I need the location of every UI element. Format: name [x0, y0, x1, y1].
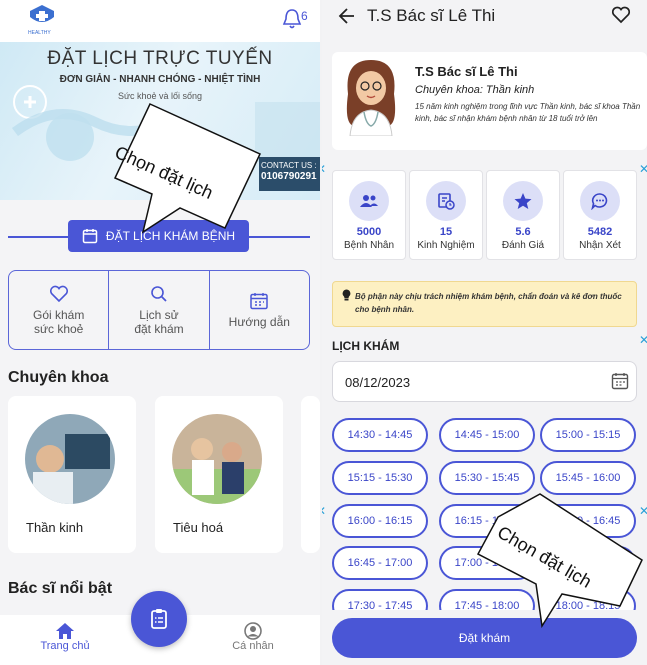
stat-value: 5.6	[515, 226, 531, 238]
banner-title: ĐẶT LỊCH TRỰC TUYẾN	[47, 48, 273, 69]
quick-action-label: Lịch sử	[139, 307, 179, 322]
book-visit-label: Đặt khám	[458, 631, 511, 645]
star-icon	[503, 181, 543, 221]
quick-action-label: đặt khám	[134, 321, 184, 336]
quick-action-label: sức khoẻ	[33, 321, 84, 336]
page-title: T.S Bác sĩ Lê Thi	[367, 6, 496, 25]
users-icon	[349, 181, 389, 221]
ad-close-icon[interactable]: ✕	[639, 162, 647, 176]
featured-doctors-heading: Bác sĩ nổi bật	[8, 580, 113, 597]
time-slot[interactable]: 15:30 - 15:45	[439, 461, 535, 495]
divider-left	[8, 236, 68, 238]
stat-value: 5482	[587, 226, 613, 238]
calendar-icon	[250, 292, 269, 309]
time-slot[interactable]: 16:00 - 16:15	[332, 504, 428, 538]
stat-label: Đánh Giá	[501, 240, 545, 251]
banner-tagline: ĐƠN GIẢN - NHANH CHÓNG - NHIỆT TÌNH	[59, 74, 261, 85]
time-slot[interactable]: 14:45 - 15:00	[439, 418, 535, 452]
stat-experience: 15 Kinh Nghiệm	[409, 170, 483, 260]
quick-action-label: Hướng dẫn	[228, 314, 290, 329]
specialty-image	[172, 414, 262, 504]
notice-box: Bộ phận này chịu trách nhiệm khám bệnh, …	[332, 281, 637, 327]
stat-label: Bệnh Nhân	[343, 240, 395, 251]
specialty-label: Thần kinh	[26, 520, 84, 535]
quick-actions: Gói khám sức khoẻ Lịch sử đặt khám Hướng…	[8, 270, 310, 350]
specialty-card-gastro[interactable]: Tiêu hoá	[155, 396, 283, 553]
chat-icon	[580, 181, 620, 221]
healthy-logo	[30, 5, 54, 22]
logo-text: HEALTHY	[28, 30, 51, 36]
calendar-icon[interactable]	[611, 372, 629, 390]
appointments-fab[interactable]	[131, 591, 187, 647]
heart-icon	[49, 285, 68, 302]
nav-home[interactable]: Trang chủ	[30, 622, 100, 652]
bell-icon[interactable]	[282, 8, 302, 30]
home-icon	[56, 623, 74, 639]
time-slot[interactable]: 15:15 - 15:30	[332, 461, 428, 495]
stat-reviews: 5482 Nhận Xét	[563, 170, 637, 260]
ad-close-icon[interactable]: ✕	[639, 333, 647, 347]
ad-close-icon[interactable]: ✕	[322, 504, 326, 518]
stat-value: 5000	[356, 226, 382, 238]
nav-home-label: Trang chủ	[40, 640, 90, 652]
quick-action-guide[interactable]: Hướng dẫn	[208, 271, 309, 349]
notice-text: Bộ phận này chịu trách nhiệm khám bệnh, …	[355, 292, 622, 314]
stat-label: Nhận Xét	[579, 240, 621, 251]
stat-label: Kinh Nghiệm	[417, 240, 475, 251]
calendar-icon	[82, 229, 98, 244]
specialty-card-partial[interactable]	[301, 396, 320, 553]
doctor-avatar	[346, 60, 396, 136]
stat-rating: 5.6 Đánh Giá	[486, 170, 560, 260]
stat-patients: 5000 Bệnh Nhân	[332, 170, 406, 260]
ad-close-icon[interactable]: ✕	[322, 162, 326, 176]
search-icon	[151, 285, 167, 302]
notification-count: 6	[301, 9, 308, 23]
time-slot[interactable]: 16:45 - 17:00	[332, 546, 428, 580]
time-slot[interactable]: 14:30 - 14:45	[332, 418, 428, 452]
lightbulb-icon	[342, 289, 351, 301]
home-screen: HEALTHY 6 ĐẶT LỊCH TRỰC TUYẾN ĐƠN GIẢN -…	[0, 0, 320, 665]
back-arrow-icon[interactable]	[338, 7, 356, 25]
doctor-specialty: Chuyên khoa: Thần kinh	[415, 84, 535, 96]
doctor-name: T.S Bác sĩ Lê Thi	[415, 64, 518, 79]
date-value: 08/12/2023	[345, 375, 411, 390]
history-icon	[426, 181, 466, 221]
quick-action-history[interactable]: Lịch sử đặt khám	[108, 271, 208, 349]
specialty-label: Tiêu hoá	[173, 520, 224, 535]
specialty-heading: Chuyên khoa	[8, 369, 109, 386]
nav-profile[interactable]: Cá nhân	[220, 622, 286, 652]
doctor-detail-screen: T.S Bác sĩ Lê Thi T.S Bác sĩ Lê Thi Chuy…	[322, 0, 647, 665]
specialty-image	[25, 414, 115, 504]
clipboard-icon	[151, 609, 167, 629]
specialty-card-neurology[interactable]: Thần kinh	[8, 396, 136, 553]
nav-profile-label: Cá nhân	[232, 640, 274, 652]
quick-action-health-package[interactable]: Gói khám sức khoẻ	[9, 271, 108, 349]
schedule-heading: LỊCH KHÁM	[332, 339, 400, 353]
date-picker[interactable]: 08/12/2023	[332, 361, 637, 402]
heart-icon[interactable]	[611, 6, 631, 24]
profile-icon	[244, 622, 262, 640]
time-slot[interactable]: 15:45 - 16:00	[540, 461, 636, 495]
stat-value: 15	[439, 226, 453, 238]
time-slot[interactable]: 15:00 - 15:15	[540, 418, 636, 452]
quick-action-label: Gói khám	[32, 307, 85, 322]
doctor-description: 15 năm kinh nghiệm trong lĩnh vực Thần k…	[415, 102, 641, 123]
